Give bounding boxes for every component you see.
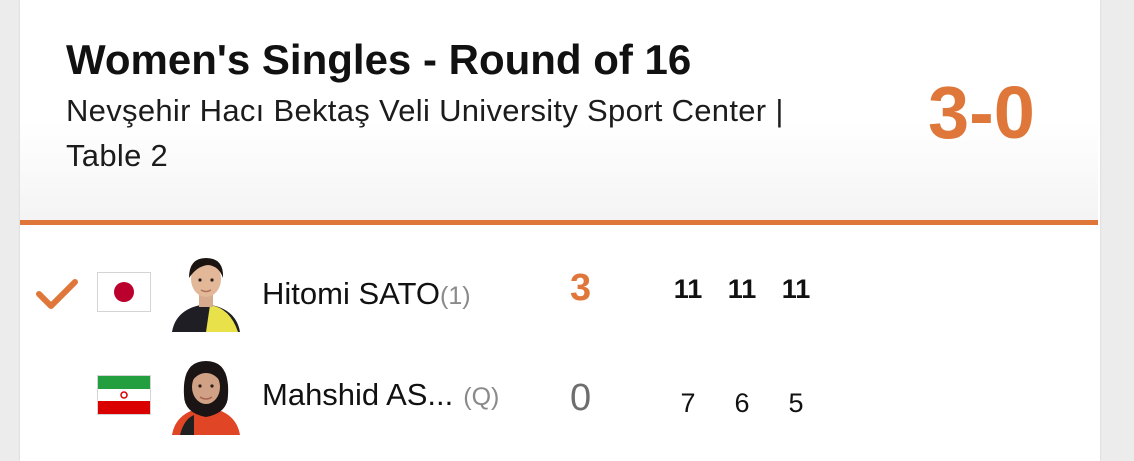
games-won: 3 (570, 267, 592, 309)
player-row[interactable]: Mahshid AS... (Q) 0 7 6 5 (20, 355, 1098, 445)
japan-flag-icon (97, 272, 151, 312)
accent-divider (20, 220, 1098, 225)
match-score: 3-0 (928, 71, 1035, 154)
avatar (170, 355, 242, 435)
match-header: Women's Singles - Round of 16 Nevşehir H… (20, 0, 1098, 220)
check-icon (36, 279, 78, 309)
iran-flag-icon (97, 375, 151, 415)
match-venue: Nevşehir Hacı Bektaş Veli University Spo… (66, 93, 784, 173)
match-card[interactable]: Women's Singles - Round of 16 Nevşehir H… (20, 0, 1100, 461)
player-name[interactable]: Mahshid AS... (Q) (262, 377, 499, 413)
set-score: 7 (680, 388, 696, 418)
player-name[interactable]: Hitomi SATO(1) (262, 276, 471, 312)
match-title: Women's Singles - Round of 16 (66, 36, 692, 83)
games-won: 0 (570, 377, 592, 419)
set-score: 11 (727, 274, 757, 304)
player-row[interactable]: Hitomi SATO(1) 3 11 11 11 (20, 245, 1098, 335)
player-name-text: Mahshid AS... (262, 377, 454, 412)
set-score: 5 (788, 388, 804, 418)
player-name-text: Hitomi SATO (262, 276, 440, 311)
avatar (170, 252, 242, 332)
player-seed: (1) (440, 282, 471, 310)
set-score: 6 (734, 388, 750, 418)
set-score: 11 (781, 274, 811, 304)
set-score: 11 (673, 274, 703, 304)
player-seed: (Q) (463, 383, 500, 411)
